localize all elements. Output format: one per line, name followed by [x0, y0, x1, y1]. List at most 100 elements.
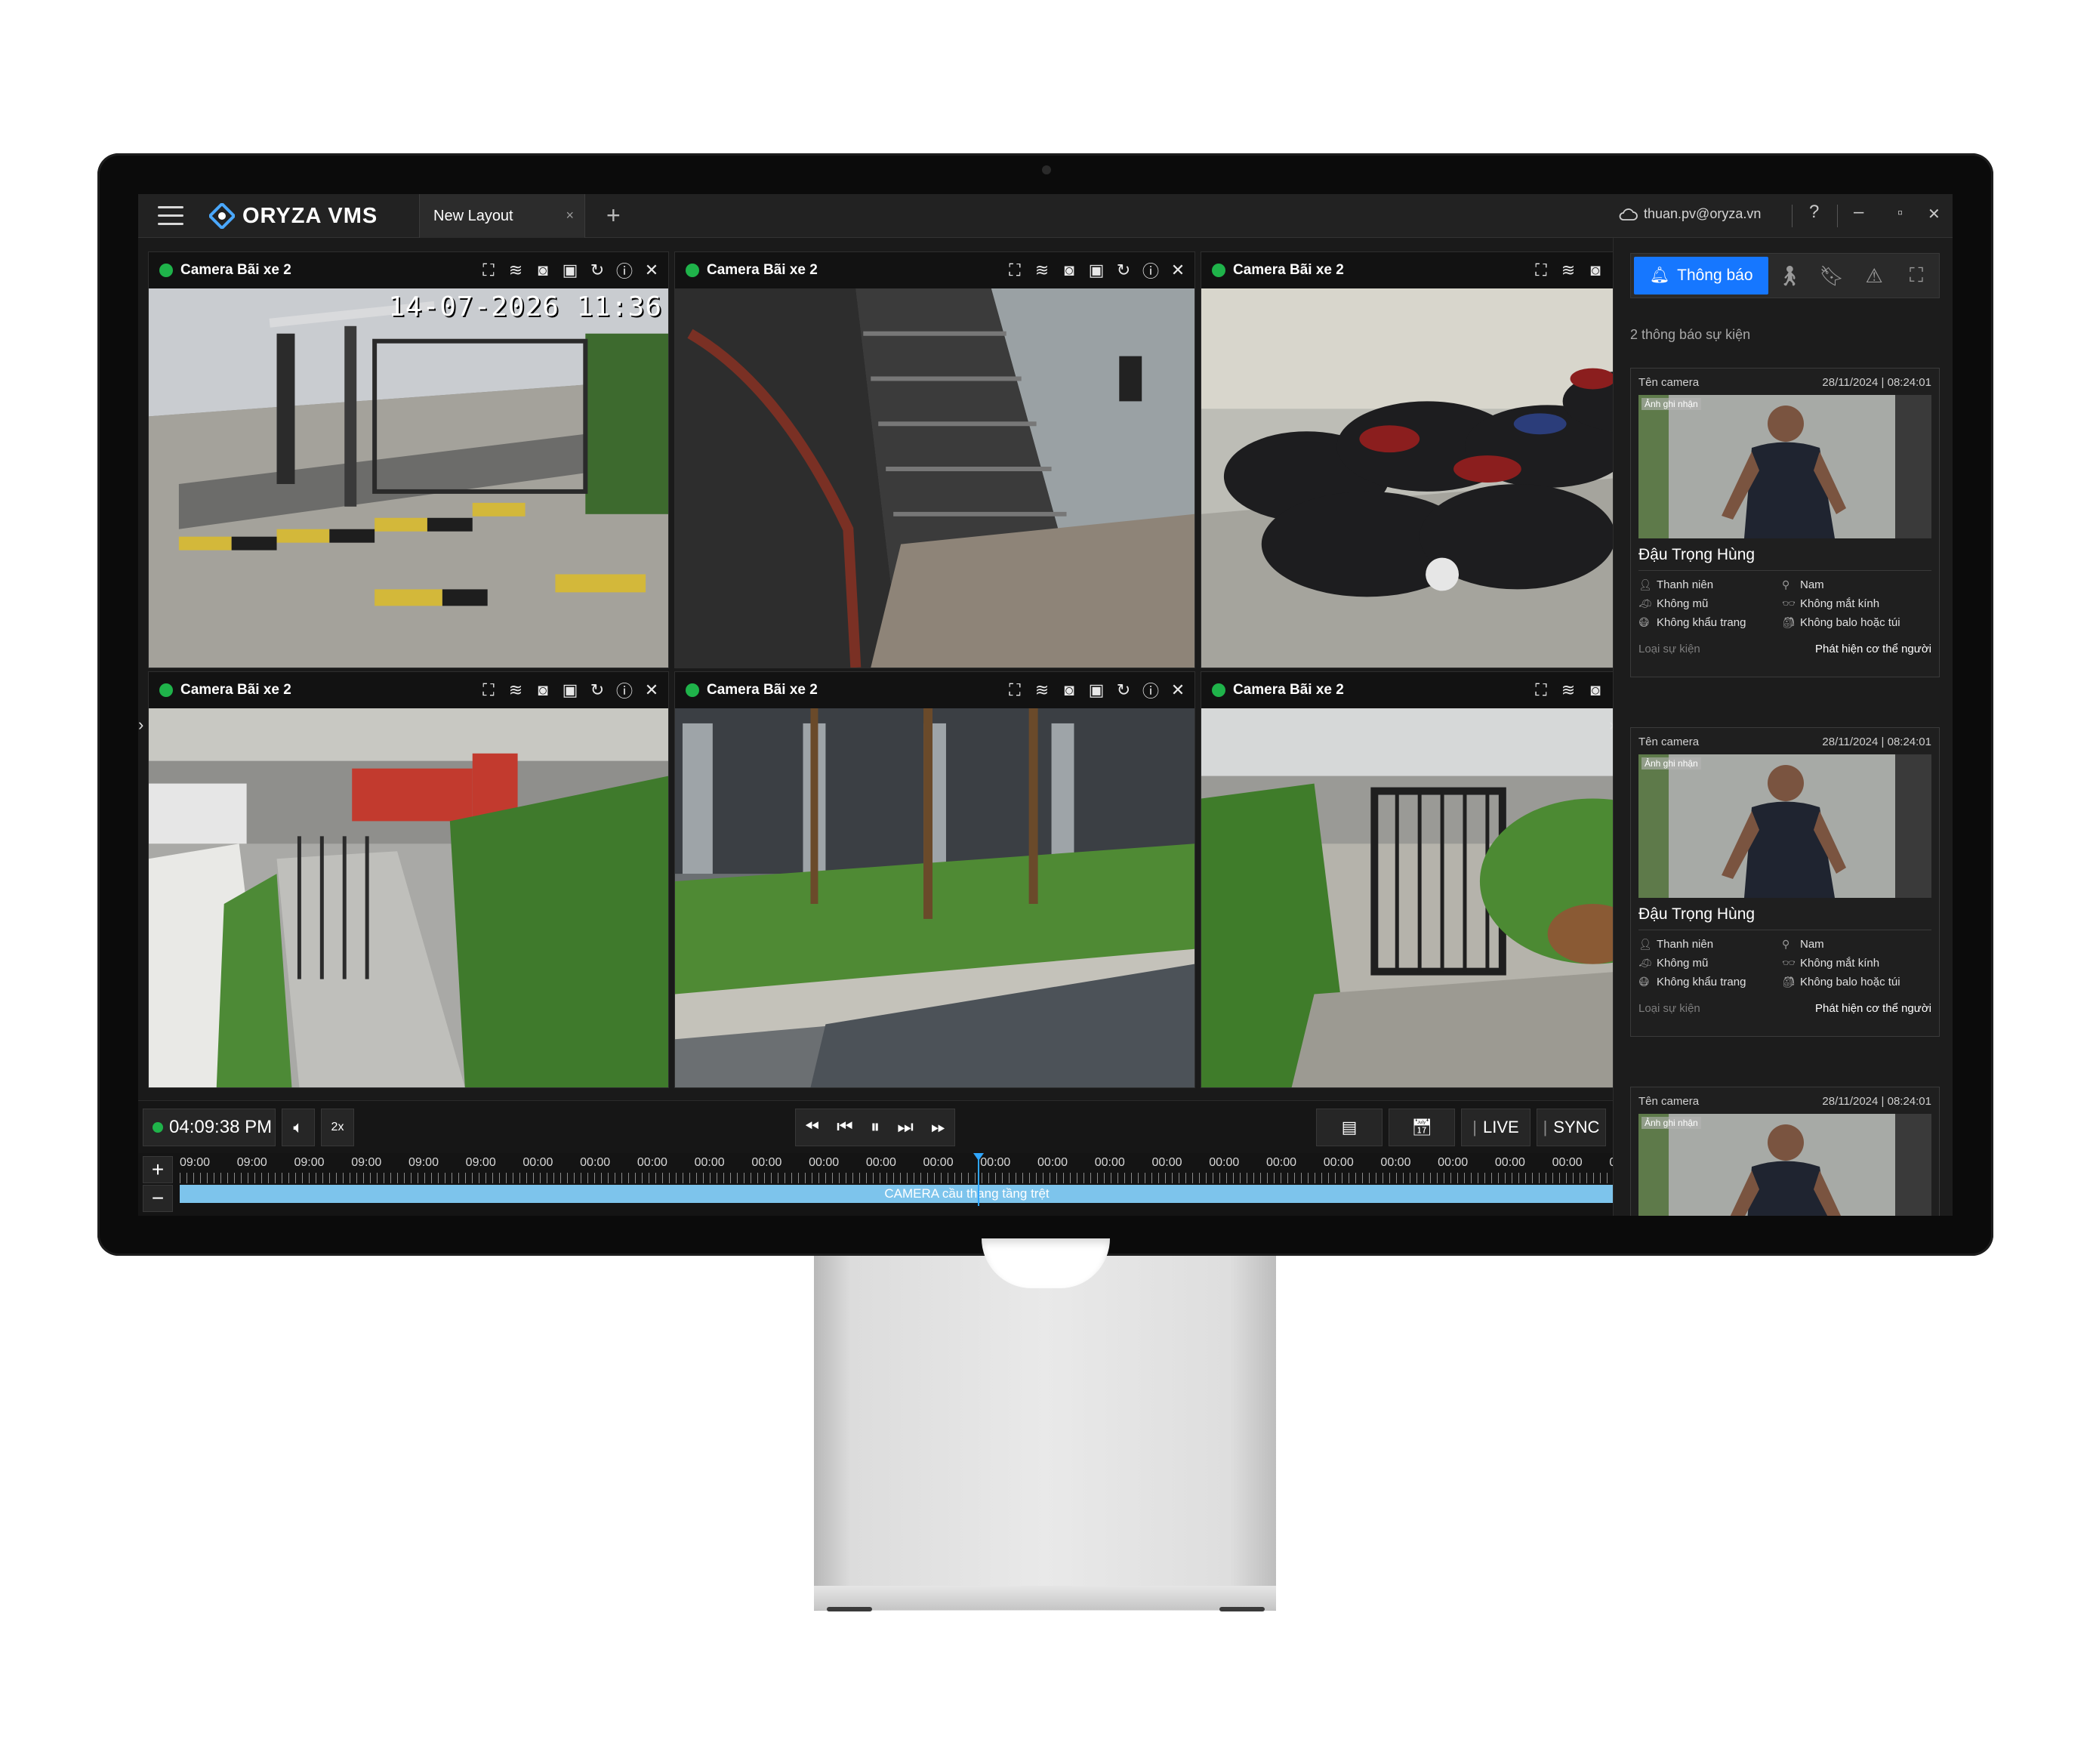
add-tab-icon[interactable]: + — [606, 202, 621, 230]
close-window-icon[interactable]: ✕ — [1928, 205, 1940, 224]
info-icon[interactable]: ⓘ — [1140, 680, 1161, 701]
timeline-label: 00:00 — [1209, 1156, 1240, 1169]
zoom-out-button[interactable]: − — [143, 1185, 173, 1212]
timeline-label: 00:00 — [1323, 1156, 1354, 1169]
pause-icon[interactable]: ⏸︎ — [871, 1117, 880, 1138]
chevron-left-icon[interactable]: › — [138, 715, 143, 735]
recording-track[interactable]: CAMERA cầu thang tầng trệt — [180, 1185, 1754, 1203]
motion-icon[interactable]: ≋ — [1558, 680, 1579, 701]
live-button[interactable]: | LIVE — [1461, 1109, 1531, 1146]
event-header: Tên camera 28/11/2024 | 08:24:01 — [1638, 736, 1931, 748]
event-footer: Loại sự kiện Phát hiện cơ thể người — [1638, 643, 1931, 655]
camera-title: Camera Bãi xe 2 — [707, 682, 818, 698]
glasses-icon: 👓︎ — [1782, 957, 1796, 969]
minimize-icon[interactable]: – — [1854, 202, 1863, 223]
camera-snapshot-icon[interactable]: ◙ — [532, 680, 553, 701]
camera-snapshot-icon[interactable]: ◙ — [532, 260, 553, 281]
volume-icon[interactable]: 🔈︎ — [282, 1109, 315, 1146]
camera-tile[interactable]: Camera Bãi xe 2 ⛶ ≋ ◙ ▣ ↻ ⓘ ✕ — [674, 671, 1195, 1088]
tab-notifications[interactable]: 🔔︎ Thông báo — [1634, 257, 1768, 295]
camera-name-label: Tên camera — [1638, 1095, 1700, 1108]
camera-snapshot-icon[interactable]: ◙ — [1585, 680, 1606, 701]
camera-tile[interactable]: Camera Bãi xe 2 ⛶ ≋ ◙ ▣ ↻ ⓘ ✕ — [148, 251, 669, 668]
info-icon[interactable]: ⓘ — [614, 680, 635, 701]
timeline-cursor[interactable] — [978, 1153, 979, 1206]
event-card[interactable]: Tên camera 28/11/2024 | 08:24:01 Ảnh ghi … — [1630, 1087, 1940, 1216]
rewind-icon[interactable]: ⏪︎ — [805, 1117, 819, 1138]
skip-back-icon[interactable]: ⏮︎ — [837, 1117, 853, 1138]
event-attribute: 🧢︎ Không mũ — [1638, 957, 1782, 970]
warning-icon[interactable]: ⚠︎ — [1853, 264, 1895, 288]
camera-snapshot-icon[interactable]: ◙ — [1059, 260, 1080, 281]
focus-icon[interactable]: ⛶ — [1531, 680, 1552, 701]
record-icon[interactable]: ▣ — [559, 260, 581, 281]
tab-close-icon[interactable]: × — [566, 208, 574, 224]
camera-tile[interactable]: Camera Bãi xe 2 ⛶ ≋ ◙ ▣ ↻ ⓘ ✕ — [148, 671, 669, 1088]
skip-forward-icon[interactable]: ⏭︎ — [897, 1117, 914, 1138]
close-icon[interactable]: ✕ — [641, 680, 662, 701]
sync-button[interactable]: | SYNC — [1537, 1109, 1606, 1146]
refresh-icon[interactable]: ↻ — [587, 680, 608, 701]
mask-icon: 😷︎ — [1638, 976, 1650, 988]
event-attribute-text: Không mũ — [1657, 957, 1709, 970]
motion-icon[interactable]: ≋ — [505, 680, 526, 701]
event-attribute-text: Không balo hoặc túi — [1800, 976, 1900, 988]
focus-icon[interactable]: ⛶ — [1004, 680, 1025, 701]
motion-icon[interactable]: ≋ — [505, 260, 526, 281]
focus-icon[interactable]: ⛶ — [478, 680, 499, 701]
camera-snapshot-icon[interactable]: ◙ — [1059, 680, 1080, 701]
focus-icon[interactable]: ⛶ — [1004, 260, 1025, 281]
record-icon[interactable]: ▣ — [1086, 260, 1107, 281]
focus-icon[interactable]: ⛶ — [478, 260, 499, 281]
maximize-icon[interactable]: ▫ — [1897, 205, 1903, 222]
timeline[interactable]: + − 09:00 09:00 09:00 09:00 09:00 09:00 00:00 0… — [138, 1153, 1758, 1216]
event-card[interactable]: Tên camera 28/11/2024 | 08:24:01 Ảnh ghi … — [1630, 368, 1940, 677]
event-card[interactable]: Tên camera 28/11/2024 | 08:24:01 Ảnh ghi … — [1630, 727, 1940, 1037]
event-snapshot[interactable]: Ảnh ghi nhận — [1638, 1114, 1931, 1216]
motion-icon[interactable]: ≋ — [1558, 260, 1579, 281]
building-garden-scene — [675, 708, 1195, 1087]
speed-button[interactable]: 2x — [321, 1109, 354, 1146]
refresh-icon[interactable]: ↻ — [587, 260, 608, 281]
timeline-label: 00:00 — [1494, 1156, 1525, 1169]
event-snapshot[interactable]: Ảnh ghi nhận — [1638, 395, 1931, 538]
person-snapshot — [1638, 1114, 1931, 1216]
help-icon[interactable]: ? — [1809, 202, 1819, 223]
timeline-label: 00:00 — [522, 1156, 553, 1169]
timeline-labels: 09:00 09:00 09:00 09:00 09:00 09:00 00:00 00:00… — [180, 1156, 1754, 1173]
record-icon[interactable]: ▣ — [559, 680, 581, 701]
layout-toggle-icon[interactable]: ▤ — [1316, 1109, 1383, 1146]
focus-icon[interactable]: ⛶ — [1531, 260, 1552, 281]
account-info[interactable]: thuan.pv@oryza.vn — [1618, 206, 1761, 222]
fast-forward-icon[interactable]: ⏩︎ — [931, 1117, 945, 1138]
close-icon[interactable]: ✕ — [1167, 680, 1188, 701]
timeline-label: 00:00 — [580, 1156, 611, 1169]
record-icon[interactable]: ▣ — [1086, 680, 1107, 701]
event-count: 2 thông báo sự kiện — [1630, 327, 1751, 342]
zoom-in-button[interactable]: + — [143, 1156, 173, 1183]
layout-tab[interactable]: New Layout × — [419, 194, 585, 238]
event-attribute-text: Không khẩu trang — [1657, 976, 1746, 988]
motion-icon[interactable]: ≋ — [1031, 680, 1053, 701]
backpack-icon: 🎒︎ — [1782, 616, 1796, 628]
camera-tile[interactable]: Camera Bãi xe 2 ⛶ ≋ ◙ ▣ ↻ ⓘ ✕ — [674, 251, 1195, 668]
event-snapshot[interactable]: Ảnh ghi nhận — [1638, 754, 1931, 898]
camera-snapshot-icon[interactable]: ◙ — [1585, 260, 1606, 281]
camera-feed: 14-07-2026 11:36 — [149, 288, 668, 668]
account-email: thuan.pv@oryza.vn — [1644, 206, 1762, 221]
face-scan-icon[interactable]: ⛶ — [1895, 264, 1937, 288]
bookmark-icon[interactable]: 🔖︎ — [1811, 264, 1853, 288]
event-type-value: Phát hiện cơ thể người — [1815, 1002, 1931, 1015]
person-walking-icon[interactable]: 🚶︎ — [1768, 264, 1811, 288]
event-attribute: 🎒︎ Không balo hoặc túi — [1782, 976, 1925, 988]
webcam — [1042, 165, 1051, 174]
info-icon[interactable]: ⓘ — [614, 260, 635, 281]
calendar-clock-icon[interactable]: 📅︎ — [1389, 1109, 1455, 1146]
close-icon[interactable]: ✕ — [641, 260, 662, 281]
hamburger-menu-icon[interactable] — [158, 206, 183, 226]
refresh-icon[interactable]: ↻ — [1113, 260, 1134, 281]
refresh-icon[interactable]: ↻ — [1113, 680, 1134, 701]
info-icon[interactable]: ⓘ — [1140, 260, 1161, 281]
motion-icon[interactable]: ≋ — [1031, 260, 1053, 281]
close-icon[interactable]: ✕ — [1167, 260, 1188, 281]
